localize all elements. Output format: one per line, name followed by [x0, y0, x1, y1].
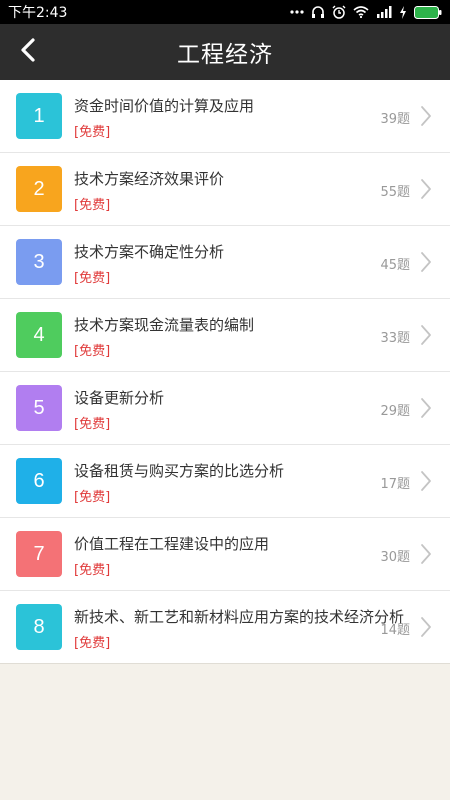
chapter-title: 技术方案经济效果评价 — [74, 170, 225, 188]
chevron-right-icon — [420, 324, 432, 350]
chevron-right-icon — [420, 616, 432, 642]
free-tag: [免费] — [74, 490, 111, 505]
wifi-icon — [353, 6, 369, 18]
question-count: 45题 — [380, 258, 410, 273]
chapter-title: 技术方案现金流量表的编制 — [74, 316, 255, 334]
question-count: 33题 — [380, 331, 410, 346]
free-tag: [免费] — [74, 563, 111, 578]
headset-icon — [311, 5, 325, 19]
question-count: 30题 — [380, 550, 410, 565]
chapter-title: 价值工程在工程建设中的应用 — [74, 535, 270, 553]
chapter-number-badge: 1 — [16, 93, 62, 139]
status-time: 下午2:43 — [8, 5, 68, 21]
chapter-number-badge: 4 — [16, 312, 62, 358]
free-tag: [免费] — [74, 198, 111, 213]
chapter-number-badge: 7 — [16, 531, 62, 577]
chevron-left-icon — [18, 37, 38, 67]
free-tag: [免费] — [74, 636, 111, 651]
question-count: 29题 — [380, 404, 410, 419]
chevron-right-icon — [420, 470, 432, 496]
alarm-icon — [332, 5, 346, 19]
chapter-number-badge: 8 — [16, 604, 62, 650]
chapter-number-badge: 3 — [16, 239, 62, 285]
chapter-row-5[interactable]: 5 设备更新分析 [免费] 29题 — [0, 372, 450, 445]
chapter-title: 新技术、新工艺和新材料应用方案的技术经济分析 — [74, 608, 405, 626]
chapter-row-4[interactable]: 4 技术方案现金流量表的编制 [免费] 33题 — [0, 299, 450, 372]
free-tag: [免费] — [74, 417, 111, 432]
chevron-right-icon — [420, 251, 432, 277]
status-icons — [290, 5, 442, 19]
chapter-number-badge: 2 — [16, 166, 62, 212]
chapter-title: 技术方案不确定性分析 — [74, 243, 225, 261]
chevron-right-icon — [420, 105, 432, 131]
question-count: 55题 — [380, 185, 410, 200]
signal-icon — [376, 6, 392, 18]
more-dots-icon — [290, 10, 304, 14]
chapter-list: 1 资金时间价值的计算及应用 [免费] 39题 2 技术方案经济效果评价 [免费… — [0, 80, 450, 664]
battery-icon — [414, 5, 442, 19]
free-tag: [免费] — [74, 344, 111, 359]
chevron-right-icon — [420, 397, 432, 423]
chapter-row-7[interactable]: 7 价值工程在工程建设中的应用 [免费] 30题 — [0, 518, 450, 591]
question-count: 39题 — [380, 112, 410, 127]
chapter-title: 资金时间价值的计算及应用 — [74, 97, 255, 115]
status-bar: 下午2:43 — [0, 0, 450, 24]
charging-icon — [399, 5, 407, 19]
chapter-title: 设备更新分析 — [74, 389, 165, 407]
free-tag: [免费] — [74, 271, 111, 286]
chapter-title: 设备租赁与购买方案的比选分析 — [74, 462, 285, 480]
chapter-row-6[interactable]: 6 设备租赁与购买方案的比选分析 [免费] 17题 — [0, 445, 450, 518]
page-title: 工程经济 — [177, 42, 273, 68]
free-tag: [免费] — [74, 125, 111, 140]
app-header: 工程经济 — [0, 24, 450, 80]
chapter-row-1[interactable]: 1 资金时间价值的计算及应用 [免费] 39题 — [0, 80, 450, 153]
chevron-right-icon — [420, 178, 432, 204]
chapter-row-2[interactable]: 2 技术方案经济效果评价 [免费] 55题 — [0, 153, 450, 226]
chapter-row-3[interactable]: 3 技术方案不确定性分析 [免费] 45题 — [0, 226, 450, 299]
chapter-row-8[interactable]: 8 新技术、新工艺和新材料应用方案的技术经济分析 [免费] 14题 — [0, 591, 450, 664]
question-count: 14题 — [380, 623, 410, 638]
question-count: 17题 — [380, 477, 410, 492]
chevron-right-icon — [420, 543, 432, 569]
chapter-number-badge: 6 — [16, 458, 62, 504]
chapter-number-badge: 5 — [16, 385, 62, 431]
back-button[interactable] — [8, 32, 48, 72]
